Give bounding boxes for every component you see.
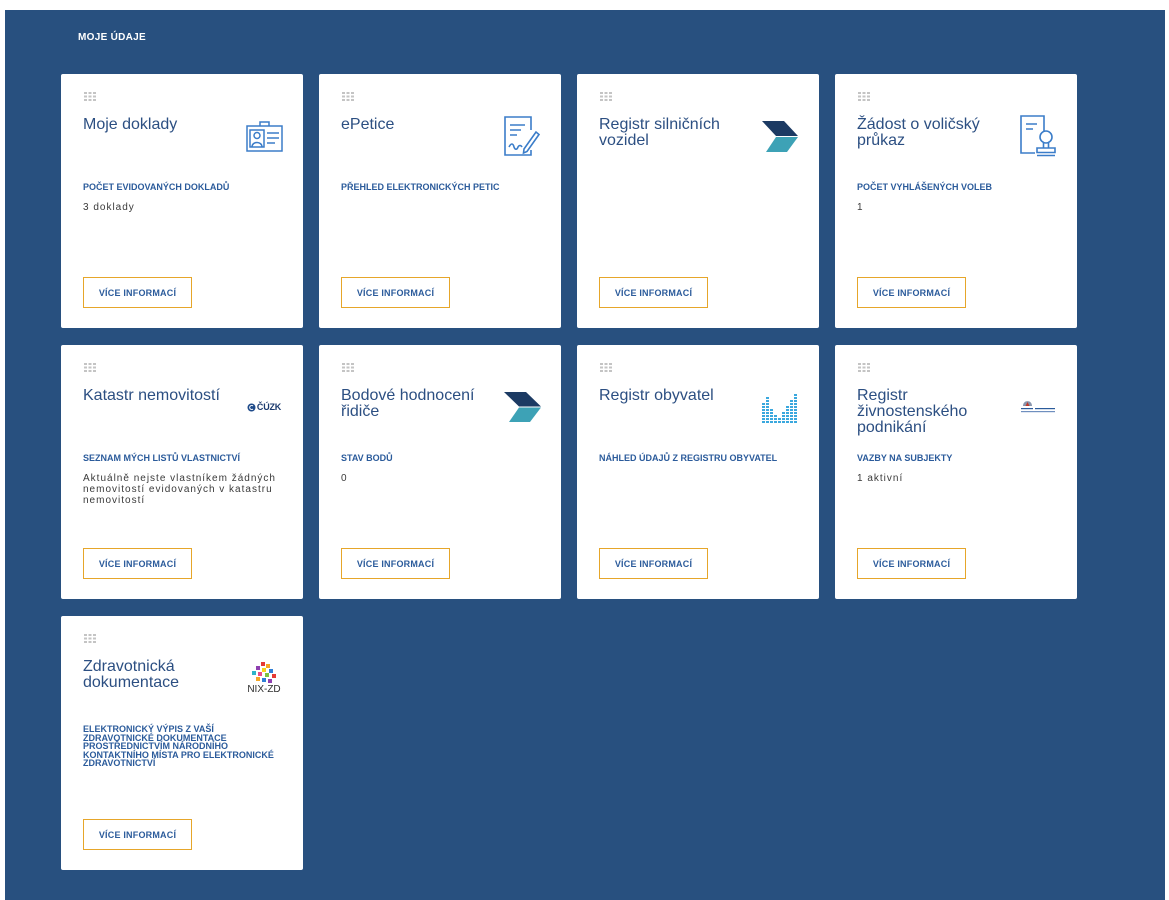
more-info-button[interactable]: VÍCE INFORMACÍ	[83, 277, 192, 308]
nix-zd-logo-icon: NIX-ZD	[243, 657, 285, 699]
more-info-button[interactable]: VÍCE INFORMACÍ	[599, 548, 708, 579]
vehicle-registry-logo-icon	[759, 115, 801, 157]
card-label: NÁHLED ÚDAJŮ Z REGISTRU OBYVATEL	[599, 453, 778, 463]
card-title: Registr obyvatel	[599, 387, 714, 404]
card-title: Katastr nemovitostí	[83, 387, 220, 404]
drag-handle-icon[interactable]	[342, 92, 354, 101]
drag-handle-icon[interactable]	[858, 92, 870, 101]
more-info-button[interactable]: VÍCE INFORMACÍ	[599, 277, 708, 308]
drag-handle-icon[interactable]	[600, 363, 612, 372]
drag-handle-icon[interactable]	[342, 363, 354, 372]
card-label: POČET VYHLÁŠENÝCH VOLEB	[857, 182, 993, 192]
card-registr-silnicnich-vozidel: Registr silničních vozidel VÍCE INFORMAC…	[577, 74, 819, 328]
card-value: 0	[341, 473, 348, 484]
card-zdravotnicka-dokumentace: Zdravotnická dokumentace NIX-ZD ELEKTRON…	[61, 616, 303, 870]
card-label: VAZBY NA SUBJEKTY	[857, 453, 953, 463]
card-bodove-hodnoceni-ridice: Bodové hodnocení řidiče STAV BODŮ 0 VÍCE…	[319, 345, 561, 599]
card-label: SEZNAM MÝCH LISTŮ VLASTNICTVÍ	[83, 453, 240, 463]
driver-points-logo-icon	[501, 386, 543, 428]
card-registr-zivnostenskeho-podnikani: Registr živnostenského podnikání VAZBY N…	[835, 345, 1077, 599]
card-label: ELEKTRONICKÝ VÝPIS Z VAŠÍ ZDRAVOTNICKÉ D…	[83, 724, 274, 768]
more-info-button[interactable]: VÍCE INFORMACÍ	[83, 819, 192, 850]
section-title: MOJE ÚDAJE	[78, 32, 147, 43]
more-info-button[interactable]: VÍCE INFORMACÍ	[83, 548, 192, 579]
card-title: Registr živnostenského podnikání	[857, 387, 968, 436]
card-label: POČET EVIDOVANÝCH DOKLADŮ	[83, 182, 230, 192]
drag-handle-icon[interactable]	[84, 634, 96, 643]
card-value: Aktuálně nejste vlastníkem žádných nemov…	[83, 473, 276, 506]
drag-handle-icon[interactable]	[84, 363, 96, 372]
my-data-panel: MOJE ÚDAJE Moje doklady POČET EVIDOVANÝC…	[5, 10, 1165, 900]
card-value: 3 doklady	[83, 202, 135, 213]
document-stamp-icon	[1017, 115, 1059, 157]
logo-text: NIX-ZD	[247, 683, 281, 695]
card-title: Zdravotnická dokumentace	[83, 658, 180, 691]
card-moje-doklady: Moje doklady POČET EVIDOVANÝCH DOKLADŮ 3…	[61, 74, 303, 328]
document-signature-icon	[501, 115, 543, 157]
more-info-button[interactable]: VÍCE INFORMACÍ	[341, 548, 450, 579]
cards-grid: Moje doklady POČET EVIDOVANÝCH DOKLADŮ 3…	[61, 74, 1077, 870]
card-label: PŘEHLED ELEKTRONICKÝCH PETIC	[341, 182, 500, 192]
more-info-button[interactable]: VÍCE INFORMACÍ	[857, 548, 966, 579]
trade-registry-logo-icon	[1017, 386, 1059, 428]
population-registry-logo-icon	[759, 386, 801, 428]
card-value: 1	[857, 202, 864, 213]
card-label: STAV BODŮ	[341, 453, 393, 463]
cuzk-logo-icon: ČÚZK	[243, 386, 285, 428]
drag-handle-icon[interactable]	[600, 92, 612, 101]
card-katastr-nemovitosti: Katastr nemovitostí ČÚZK SEZNAM MÝCH LIS…	[61, 345, 303, 599]
card-volicsky-prukaz: Žádost o voličský průkaz POČET VYHLÁŠENÝ…	[835, 74, 1077, 328]
card-title: Registr silničních vozidel	[599, 116, 720, 149]
drag-handle-icon[interactable]	[84, 92, 96, 101]
more-info-button[interactable]: VÍCE INFORMACÍ	[857, 277, 966, 308]
card-value: 1 aktivní	[857, 473, 904, 484]
card-epetice: ePetice PŘEHLED ELEKTRONICKÝCH PETIC VÍC…	[319, 74, 561, 328]
more-info-button[interactable]: VÍCE INFORMACÍ	[341, 277, 450, 308]
id-card-icon	[243, 115, 285, 157]
card-title: Moje doklady	[83, 116, 178, 133]
logo-text: ČÚZK	[256, 402, 282, 412]
card-title: Bodové hodnocení řidiče	[341, 387, 475, 420]
drag-handle-icon[interactable]	[858, 363, 870, 372]
card-title: ePetice	[341, 116, 395, 133]
card-title: Žádost o voličský průkaz	[857, 116, 980, 149]
card-registr-obyvatel: Registr obyvatel NÁHLED ÚDAJŮ Z REGISTRU…	[577, 345, 819, 599]
